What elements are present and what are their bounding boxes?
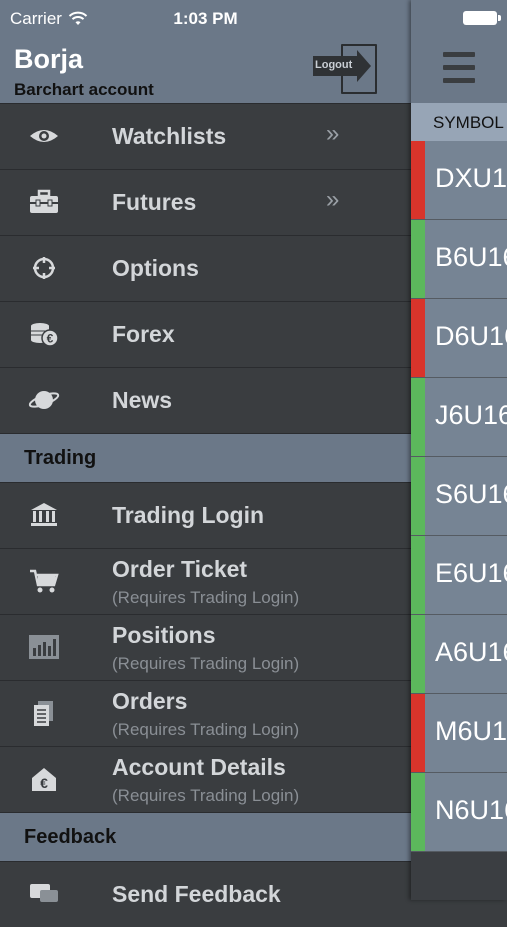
symbol-text: N6U16 — [435, 795, 507, 825]
menu-label: Futures — [112, 189, 197, 215]
symbol-text: A6U16 — [435, 637, 507, 667]
menu-item-trading-login[interactable]: Trading Login — [0, 482, 411, 548]
user-name: Borja — [14, 44, 84, 74]
menu-item-options[interactable]: Options — [0, 235, 411, 301]
table-row[interactable]: J6U16 — [411, 378, 507, 457]
table-row[interactable]: M6U16 — [411, 694, 507, 773]
symbol-text: B6U16 — [435, 242, 507, 272]
bank-icon — [31, 503, 57, 526]
symbol-text: J6U16 — [435, 400, 507, 430]
symbol-column-header[interactable]: SYMBOL — [411, 103, 507, 141]
table-row[interactable]: S6U16 — [411, 457, 507, 536]
account-label: Barchart account — [14, 80, 154, 99]
table-row[interactable]: DXU16 — [411, 141, 507, 220]
change-indicator — [411, 220, 425, 298]
menu-sublabel: (Requires Trading Login) — [112, 720, 300, 739]
briefcase-icon — [30, 189, 58, 213]
menu-label: Options — [112, 255, 199, 281]
feedback-icon — [30, 884, 58, 902]
svg-text:€: € — [40, 775, 48, 791]
section-feedback: Feedback — [0, 812, 411, 861]
status-time: 1:03 PM — [173, 9, 238, 28]
cart-icon — [30, 569, 59, 593]
logout-button[interactable]: Logout — [311, 42, 377, 94]
menu-label: Account Details — [112, 754, 286, 780]
drawer-menu: Watchlists » Futures » Options € Forex N… — [0, 103, 411, 927]
double-chevron-icon: » — [326, 186, 340, 213]
menu-label: Orders — [112, 688, 188, 714]
double-chevron-icon: » — [326, 120, 340, 147]
change-indicator — [411, 457, 425, 535]
change-indicator — [411, 378, 425, 456]
symbol-text: M6U16 — [435, 716, 507, 746]
menu-label: Trading Login — [112, 502, 265, 528]
symbol-text: DXU16 — [435, 163, 507, 193]
table-row[interactable]: A6U16 — [411, 615, 507, 694]
menu-item-orders[interactable]: Orders (Requires Trading Login) — [0, 680, 411, 746]
section-title: Trading — [24, 447, 97, 469]
status-bar: Carrier 1:03 PM — [0, 0, 507, 36]
symbol-text: E6U16 — [435, 558, 507, 588]
menu-label: Watchlists — [112, 123, 227, 149]
battery-icon — [463, 11, 501, 25]
menu-item-futures[interactable]: Futures » — [0, 169, 411, 235]
menu-item-send-feedback[interactable]: Send Feedback — [0, 861, 411, 927]
logout-label: Logout — [315, 59, 353, 71]
eye-icon — [30, 130, 58, 142]
logout-arrow-head — [357, 50, 371, 82]
peek-footer — [411, 852, 507, 900]
menu-item-account-details[interactable]: € Account Details (Requires Trading Logi… — [0, 746, 411, 812]
menu-item-order-ticket[interactable]: Order Ticket (Requires Trading Login) — [0, 548, 411, 614]
menu-item-watchlists[interactable]: Watchlists » — [0, 103, 411, 169]
table-row[interactable]: N6U16 — [411, 773, 507, 852]
navigation-drawer: Borja Barchart account Logout Watchlists… — [0, 0, 411, 927]
section-trading: Trading — [0, 433, 411, 482]
documents-icon — [34, 701, 53, 726]
menu-item-forex[interactable]: € Forex — [0, 301, 411, 367]
table-row[interactable]: E6U16 — [411, 536, 507, 615]
change-indicator — [411, 694, 425, 772]
menu-item-news[interactable]: News — [0, 367, 411, 433]
menu-label: Order Ticket — [112, 556, 248, 582]
menu-item-positions[interactable]: Positions (Requires Trading Login) — [0, 614, 411, 680]
coins-icon: € — [31, 323, 59, 347]
change-indicator — [411, 773, 425, 851]
menu-label: Send Feedback — [112, 881, 281, 907]
change-indicator — [411, 536, 425, 614]
table-row[interactable]: B6U16 — [411, 220, 507, 299]
menu-sublabel: (Requires Trading Login) — [112, 786, 300, 805]
menu-label: News — [112, 387, 173, 413]
menu-sublabel: (Requires Trading Login) — [112, 654, 300, 673]
svg-text:€: € — [47, 332, 54, 346]
menu-sublabel: (Requires Trading Login) — [112, 588, 300, 607]
menu-label: Forex — [112, 321, 175, 347]
symbol-list: DXU16 B6U16 D6U16 J6U16 S6U16 E6U16 A6U1… — [411, 141, 507, 852]
change-indicator — [411, 141, 425, 219]
menu-label: Positions — [112, 622, 216, 648]
section-title: Feedback — [24, 826, 117, 848]
symbol-text: D6U16 — [435, 321, 507, 351]
change-indicator — [411, 299, 425, 377]
bar-chart-icon — [29, 635, 59, 659]
column-header-label: SYMBOL — [433, 113, 504, 132]
table-row[interactable]: D6U16 — [411, 299, 507, 378]
account-icon: € — [32, 768, 56, 791]
planet-icon — [28, 391, 60, 409]
change-indicator — [411, 615, 425, 693]
symbol-text: S6U16 — [435, 479, 507, 509]
hamburger-menu-icon[interactable] — [443, 52, 475, 86]
crosshair-icon — [33, 257, 55, 279]
watchlist-peek-panel[interactable]: SYMBOL DXU16 B6U16 D6U16 J6U16 S6U16 E6U… — [411, 0, 507, 900]
